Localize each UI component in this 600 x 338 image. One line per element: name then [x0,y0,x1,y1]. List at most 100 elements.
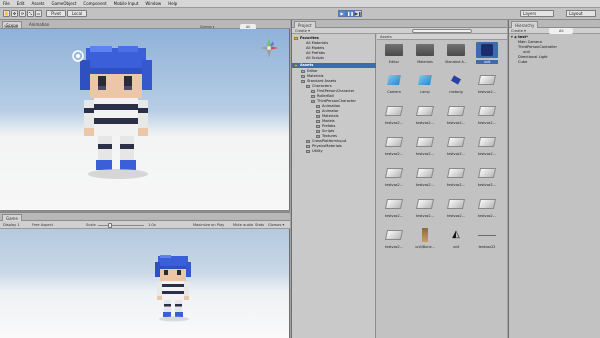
asset-item[interactable]: testvox2... [476,134,498,156]
folder-icon [294,63,298,67]
scale-tool-icon[interactable]: ⤡ [27,10,34,17]
asset-item[interactable]: testvox2... [383,103,405,125]
scene-orientation-gizmo-icon[interactable] [258,36,280,60]
asset-item[interactable]: testvox2... [383,227,405,249]
asset-item[interactable]: testvox2... [383,196,405,218]
asset-item[interactable]: testvox2... [445,103,467,125]
asset-item[interactable]: unit [476,42,498,64]
menu-component[interactable]: Component [83,1,106,6]
asset-item[interactable]: metarig [445,72,467,94]
mesh-icon [414,103,436,119]
unity-logo-icon: ◭ [452,229,460,240]
menu-gameobject[interactable]: GameObject [51,1,76,6]
mesh-icon [476,72,498,88]
folder-icon [301,74,305,78]
hand-tool-icon[interactable]: ✋ [3,10,10,17]
menu-assets[interactable]: Assets [31,1,44,6]
asset-item[interactable]: Materials [414,42,436,64]
tree-folder-label: Materials [322,114,339,118]
tree-folder-label: Prefabs [322,124,336,128]
asset-item[interactable]: unit/Bone... [414,227,436,249]
favorite-all-scripts[interactable]: All Scripts [306,56,324,61]
step-button[interactable]: ▶❚ [354,10,362,17]
asset-label: Camera [387,90,401,94]
hierarchy-item[interactable]: Cube [518,60,527,65]
asset-label: testvox2... [478,152,496,156]
layers-dropdown[interactable]: Layers [520,10,554,17]
rect-tool-icon[interactable]: ▭ [35,10,42,17]
project-search-input[interactable] [412,29,472,33]
asset-label: testvox2... [385,214,403,218]
asset-item[interactable]: testvox2... [414,103,436,125]
pivot-toggle[interactable]: Pivot [46,10,66,17]
tree-folder-label: Characters [312,84,332,88]
asset-label: testvox2... [385,152,403,156]
folder-icon [301,79,305,83]
asset-item[interactable]: testvox2... [445,196,467,218]
asset-item[interactable]: Editor [383,42,405,64]
asset-item[interactable]: Standard A... [445,42,467,64]
asset-item[interactable]: testvox2... [414,134,436,156]
toolbar: ✋ ✥ ⟳ ⤡ ▭ Pivot Local ▶ ❚❚ ▶❚ Layers Lay… [0,8,600,20]
asset-item[interactable]: testvox2... [476,165,498,187]
pause-button[interactable]: ❚❚ [346,10,354,17]
asset-item[interactable]: ◭ unit [445,227,467,249]
assets-root[interactable]: Assets [292,63,376,68]
tab-project[interactable]: Project [294,21,316,28]
asset-item[interactable]: testvox2... [445,134,467,156]
tree-folder-label: FirstPersonCharacter [317,89,355,93]
mesh-icon [445,134,467,150]
asset-item[interactable]: testvox2... [476,196,498,218]
aspect-dropdown[interactable]: Free Aspect [32,221,53,229]
menu-edit[interactable]: Edit [17,1,25,6]
asset-item[interactable]: Camera [383,72,405,94]
menu-mobile-input[interactable]: Mobile Input [114,1,139,6]
scene-view[interactable] [0,29,290,210]
asset-item[interactable]: testvox2... [476,72,498,94]
cube-icon [383,72,405,88]
tree-folder[interactable]: Utility [306,149,323,154]
asset-item[interactable]: testvox22 [476,227,498,249]
asset-label: testvox2... [416,183,434,187]
scale-label: Scale [86,223,96,227]
game-view[interactable] [0,229,290,338]
asset-label: testvox2... [447,214,465,218]
move-tool-icon[interactable]: ✥ [11,10,18,17]
menu-window[interactable]: Window [145,1,161,6]
asset-item[interactable]: testvox2... [414,196,436,218]
scale-slider-thumb[interactable] [108,222,112,228]
asset-item[interactable]: testvox2... [383,134,405,156]
scale-slider[interactable] [98,224,144,226]
folder-icon [383,42,405,58]
rotate-tool-icon[interactable]: ⟳ [19,10,26,17]
menu-file[interactable]: File [3,1,10,6]
folder-icon [306,84,310,88]
hierarchy-create-dropdown[interactable]: Create ▾ [511,28,526,34]
mute-audio-toggle[interactable]: Mute audio [233,221,253,229]
maximize-on-play-toggle[interactable]: Maximize on Play [193,221,224,229]
tab-hierarchy[interactable]: Hierarchy [511,21,539,28]
game-gizmos-dropdown[interactable]: Gizmos ▾ [268,221,284,229]
mesh-icon [383,165,405,181]
menu-help[interactable]: Help [168,1,177,6]
hierarchy-search-input[interactable]: All [549,28,574,34]
asset-label: unit/Bone... [415,245,435,249]
play-button[interactable]: ▶ [338,10,346,17]
asset-item[interactable]: Lamp [414,72,436,94]
local-toggle[interactable]: Local [67,10,87,17]
asset-label: testvox2... [478,90,496,94]
tab-game[interactable]: Game [2,214,22,221]
stats-toggle[interactable]: Stats [255,221,264,229]
tree-folder-label: Editor [307,69,318,73]
layout-dropdown[interactable]: Layout [566,10,596,17]
voxel-character-scene[interactable] [66,46,166,186]
asset-item[interactable]: testvox2... [476,103,498,125]
asset-breadcrumb[interactable]: Assets [380,34,392,40]
tab-animation[interactable]: Animation [26,21,52,28]
asset-item[interactable]: testvox2... [414,165,436,187]
folder-icon [311,99,315,103]
asset-item[interactable]: testvox2... [383,165,405,187]
folder-icon [306,139,310,143]
asset-item[interactable]: testvox2... [445,165,467,187]
display-dropdown[interactable]: Display 1 [3,221,20,229]
